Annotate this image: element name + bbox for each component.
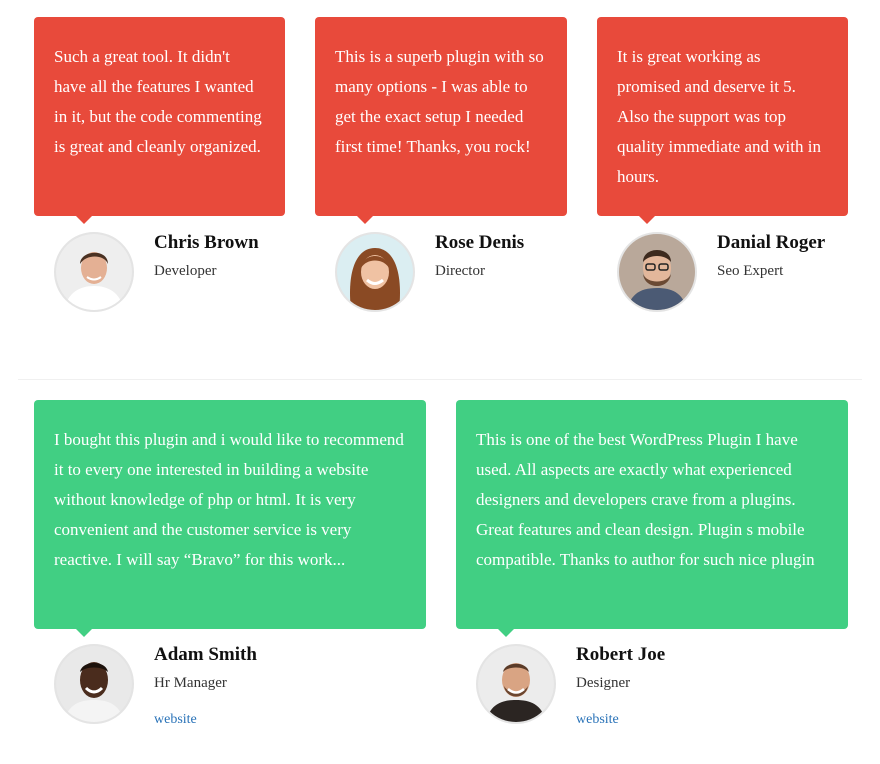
- testimonial-card: This is a superb plugin with so many opt…: [315, 17, 567, 312]
- avatar: [617, 232, 697, 312]
- author-name: Robert Joe: [576, 644, 666, 665]
- author-name: Chris Brown: [154, 232, 259, 253]
- testimonial-quote: I bought this plugin and i would like to…: [34, 400, 426, 637]
- testimonial-card: I bought this plugin and i would like to…: [34, 400, 426, 727]
- author-role: Hr Manager: [154, 675, 227, 691]
- testimonial-quote: It is great working as promised and dese…: [597, 17, 848, 224]
- author-role: Developer: [154, 263, 217, 279]
- author-name: Adam Smith: [154, 644, 257, 665]
- author-website-link[interactable]: website: [154, 712, 197, 728]
- avatar: [54, 644, 134, 724]
- section-divider: [18, 379, 862, 380]
- testimonial-card: This is one of the best WordPress Plugin…: [456, 400, 848, 727]
- author-role: Director: [435, 263, 485, 279]
- author-name: Danial Roger: [717, 232, 826, 253]
- avatar: [476, 644, 556, 724]
- testimonial-card: It is great working as promised and dese…: [597, 17, 848, 312]
- author-website-link[interactable]: website: [576, 712, 619, 728]
- testimonial-card: Such a great tool. It didn't have all th…: [34, 17, 285, 312]
- testimonial-quote: Such a great tool. It didn't have all th…: [34, 17, 285, 224]
- author-role: Seo Expert: [717, 263, 784, 279]
- author-name: Rose Denis: [435, 232, 525, 253]
- avatar: [54, 232, 134, 312]
- author-role: Designer: [576, 675, 631, 691]
- avatar: [335, 232, 415, 312]
- testimonial-quote: This is one of the best WordPress Plugin…: [456, 400, 848, 637]
- testimonial-quote: This is a superb plugin with so many opt…: [315, 17, 567, 224]
